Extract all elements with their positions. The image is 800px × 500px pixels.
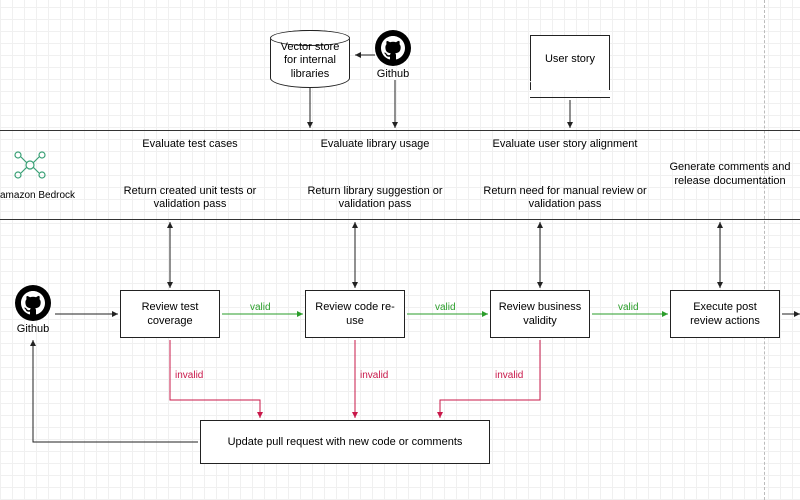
review-business-box[interactable]: Review business validity [490,290,590,338]
github-top-node[interactable]: Github [375,30,411,80]
band-col2-title: Evaluate library usage [295,138,455,152]
invalid-label-3: invalid [495,370,523,381]
band-col3-title: Evaluate user story alignment [480,138,650,152]
bedrock-icon [10,145,50,185]
invalid-label-2: invalid [360,370,388,381]
valid-label-1: valid [250,302,271,313]
execute-post-label: Execute post review actions [677,300,773,329]
band-col-3: Evaluate user story alignment Return nee… [480,138,650,212]
review-test-label: Review test coverage [127,300,213,329]
review-test-box[interactable]: Review test coverage [120,290,220,338]
execute-post-box[interactable]: Execute post review actions [670,290,780,338]
vector-store-node[interactable]: Vector store for internal libraries [270,30,350,88]
invalid-label-1: invalid [175,370,203,381]
band-col-1: Evaluate test cases Return created unit … [110,138,270,212]
valid-label-3: valid [618,302,639,313]
update-pr-box[interactable]: Update pull request with new code or com… [200,420,490,464]
band-col1-title: Evaluate test cases [110,138,270,152]
band-col2-return: Return library suggestion or validation … [295,185,455,213]
github-top-label: Github [377,68,409,80]
github-left-node[interactable]: Github [15,285,51,335]
review-business-label: Review business validity [497,300,583,329]
bedrock-label: amazon Bedrock [0,190,75,201]
review-code-label: Review code re-use [312,300,398,329]
band-col-2: Evaluate library usage Return library su… [295,138,455,212]
user-story-label: User story [545,53,595,65]
band-col3-return: Return need for manual review or validat… [480,185,650,213]
vector-store-label: Vector store for internal libraries [277,41,343,81]
valid-label-2: valid [435,302,456,313]
review-code-box[interactable]: Review code re-use [305,290,405,338]
github-left-label: Github [17,323,49,335]
band-col-4: Generate comments and release documentat… [665,138,795,212]
canvas-right-guide [764,0,765,500]
github-icon [15,285,51,321]
update-pr-label: Update pull request with new code or com… [228,435,463,449]
user-story-node[interactable]: User story [530,35,610,90]
github-icon [375,30,411,66]
band-col4-title: Generate comments and release documentat… [665,161,795,189]
band-col1-return: Return created unit tests or validation … [110,185,270,213]
